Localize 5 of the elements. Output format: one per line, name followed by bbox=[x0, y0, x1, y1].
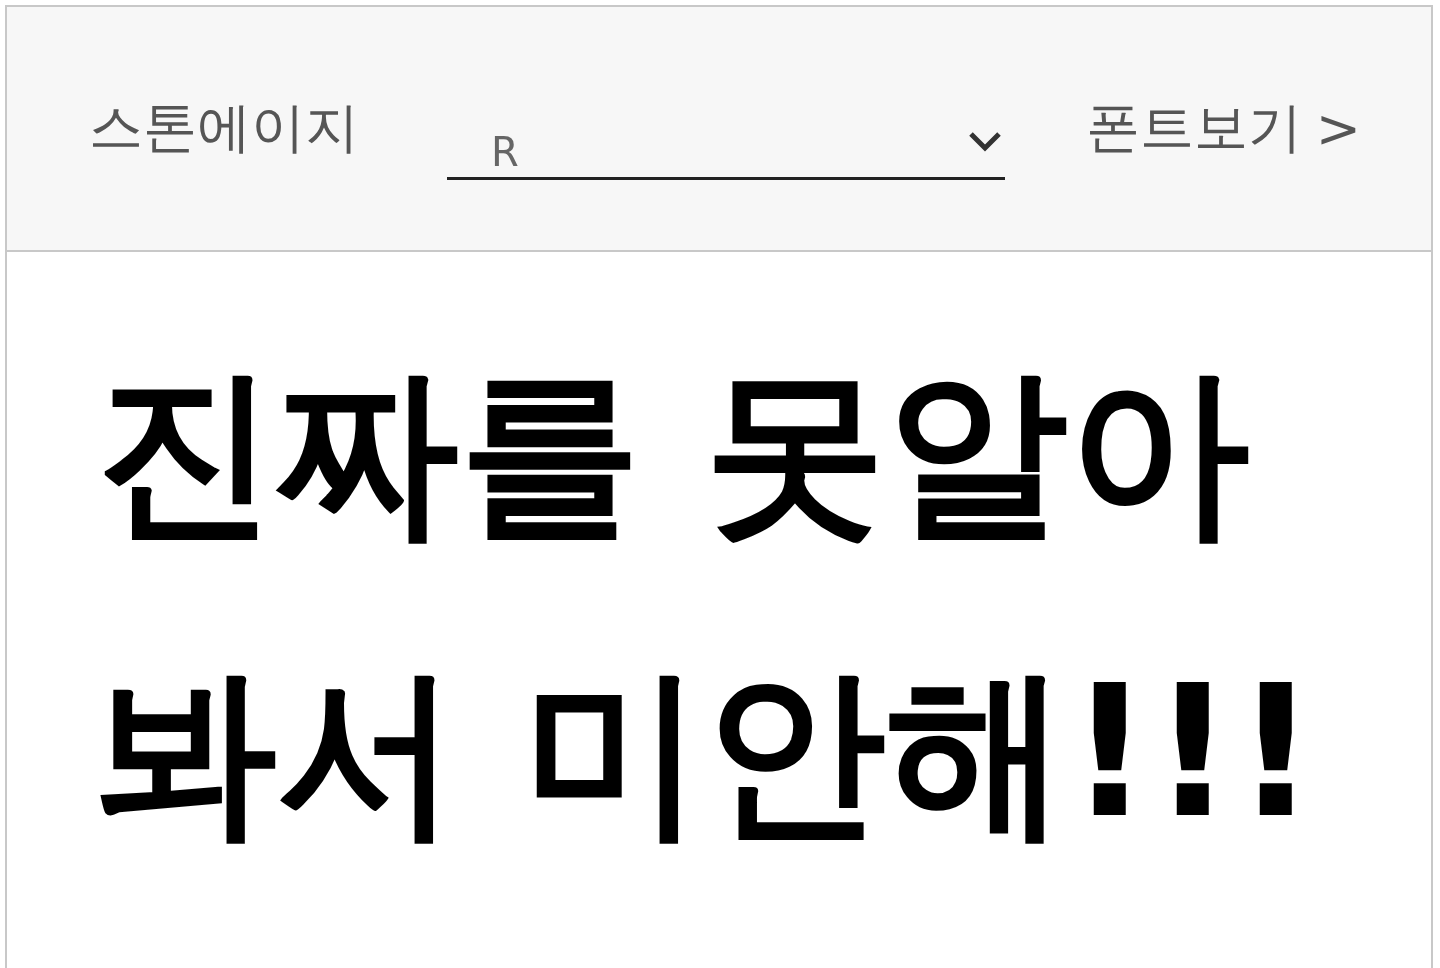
view-font-link[interactable]: 폰트보기 > bbox=[1085, 92, 1361, 165]
chevron-down-icon bbox=[967, 129, 1003, 152]
font-name: 스톤에이지 bbox=[89, 95, 360, 161]
preview-text: 진짜를 못알아 봐서 미안해!!! bbox=[95, 345, 1319, 860]
weight-select[interactable]: R bbox=[447, 59, 1005, 180]
